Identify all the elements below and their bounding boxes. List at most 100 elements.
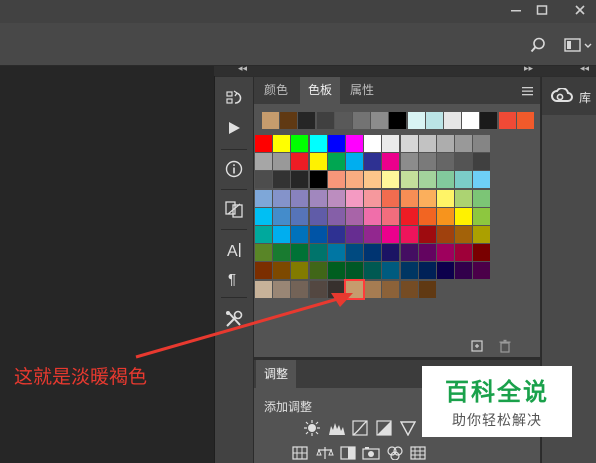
- tab-properties[interactable]: 属性: [342, 77, 382, 104]
- maximize-button[interactable]: [530, 0, 554, 20]
- swatch-cell[interactable]: [437, 171, 454, 189]
- brightness-contrast-icon[interactable]: [304, 420, 320, 439]
- swatch-cell[interactable]: [327, 207, 345, 225]
- swatch-cell[interactable]: [327, 135, 345, 152]
- swatch-cell[interactable]: [418, 153, 436, 171]
- curves-icon[interactable]: [352, 420, 368, 439]
- swatch-cell[interactable]: [291, 207, 309, 225]
- swatch-cell[interactable]: [273, 207, 291, 225]
- swatch-cell[interactable]: [273, 171, 291, 189]
- recent-swatch[interactable]: [389, 112, 407, 129]
- recent-swatch[interactable]: [280, 112, 298, 129]
- swatch-cell[interactable]: [382, 226, 400, 243]
- swatch-cell[interactable]: [309, 189, 327, 207]
- swatch-cell[interactable]: [273, 280, 291, 298]
- swatch-cell[interactable]: [255, 280, 272, 298]
- swatch-cell[interactable]: [455, 244, 473, 262]
- swatch-cell[interactable]: [400, 244, 418, 262]
- swatch-cell[interactable]: [273, 226, 291, 243]
- color-balance-icon[interactable]: [316, 446, 334, 463]
- swatch-cell[interactable]: [400, 153, 418, 171]
- swatch-cell[interactable]: [418, 244, 436, 262]
- swatch-cell[interactable]: [382, 207, 400, 225]
- swatch-cell[interactable]: [255, 226, 272, 243]
- swatch-cell[interactable]: [309, 171, 327, 189]
- recent-swatch[interactable]: [353, 112, 370, 129]
- swatch-cell[interactable]: [273, 262, 291, 280]
- swatch-cell[interactable]: [273, 244, 291, 262]
- swatch-cell[interactable]: [291, 262, 309, 280]
- swatch-cell[interactable]: [473, 207, 491, 225]
- swatch-cell[interactable]: [382, 244, 400, 262]
- swatch-cell[interactable]: [364, 280, 382, 298]
- recent-swatch[interactable]: [480, 112, 498, 129]
- swatch-cell[interactable]: [437, 189, 454, 207]
- swatch-cell[interactable]: [327, 153, 345, 171]
- swatch-cell[interactable]: [255, 153, 272, 171]
- swatch-cell[interactable]: [418, 262, 436, 280]
- close-button[interactable]: [568, 0, 592, 20]
- document-canvas[interactable]: [0, 66, 215, 463]
- swatch-cell[interactable]: [346, 207, 363, 225]
- swatch-cell[interactable]: [473, 226, 491, 243]
- swatch-cell[interactable]: [473, 135, 491, 152]
- swatch-cell[interactable]: [291, 189, 309, 207]
- swatch-cell[interactable]: [382, 153, 400, 171]
- swatch-cell[interactable]: [455, 262, 473, 280]
- swatch-cell[interactable]: [273, 153, 291, 171]
- swatch-cell[interactable]: [364, 207, 382, 225]
- swatch-cell[interactable]: [291, 244, 309, 262]
- swatch-cell[interactable]: [309, 244, 327, 262]
- swatch-cell[interactable]: [455, 207, 473, 225]
- swatch-cell[interactable]: [346, 189, 363, 207]
- swatch-cell[interactable]: [346, 171, 363, 189]
- black-white-icon[interactable]: [340, 446, 356, 463]
- swatch-cell[interactable]: [400, 207, 418, 225]
- swatch-cell[interactable]: [455, 171, 473, 189]
- swatch-cell[interactable]: [473, 244, 491, 262]
- swatch-cell[interactable]: [255, 207, 272, 225]
- recent-swatch[interactable]: [425, 112, 443, 129]
- swatch-cell[interactable]: [364, 171, 382, 189]
- swatch-cell[interactable]: [309, 262, 327, 280]
- swatch-cell[interactable]: [364, 189, 382, 207]
- swatch-cell[interactable]: [382, 262, 400, 280]
- swatch-cell[interactable]: [309, 153, 327, 171]
- tab-color[interactable]: 颜色: [256, 77, 296, 104]
- delete-swatch-button[interactable]: [498, 339, 512, 356]
- recent-swatch[interactable]: [298, 112, 316, 129]
- channel-mixer-icon[interactable]: [386, 446, 404, 463]
- tab-swatches[interactable]: 色板: [300, 77, 340, 104]
- swatch-cell[interactable]: [418, 226, 436, 243]
- swatch-cell[interactable]: [309, 226, 327, 243]
- play-actions-icon[interactable]: [215, 113, 253, 143]
- swatch-cell[interactable]: [400, 135, 418, 152]
- swatch-cell[interactable]: [418, 189, 436, 207]
- swatch-cell[interactable]: [255, 189, 272, 207]
- swatch-cell[interactable]: [473, 171, 491, 189]
- paragraph-icon[interactable]: ¶: [215, 263, 253, 293]
- swatch-cell[interactable]: [400, 171, 418, 189]
- swatch-cell[interactable]: [309, 135, 327, 152]
- swatch-cell[interactable]: [291, 280, 309, 298]
- workspace-switcher[interactable]: [564, 37, 592, 56]
- recent-swatch[interactable]: [262, 112, 279, 129]
- recent-swatch[interactable]: [407, 112, 425, 129]
- swatch-cell[interactable]: [346, 244, 363, 262]
- swatch-cell[interactable]: [346, 135, 363, 152]
- swatch-cell[interactable]: [327, 189, 345, 207]
- swatch-cell[interactable]: [255, 171, 272, 189]
- swatch-cell[interactable]: [327, 226, 345, 243]
- swatch-cell[interactable]: [437, 135, 454, 152]
- swatch-cell[interactable]: [455, 189, 473, 207]
- hue-saturation-icon[interactable]: [292, 446, 308, 463]
- swatch-cell[interactable]: [418, 207, 436, 225]
- collapse-library-icon[interactable]: ◂◂: [580, 64, 589, 74]
- collapse-right-icon[interactable]: ▸▸: [524, 64, 533, 74]
- tab-adjustments[interactable]: 调整: [256, 360, 296, 388]
- swatch-cell[interactable]: [309, 280, 327, 298]
- swatch-cell[interactable]: [364, 262, 382, 280]
- swatch-cell[interactable]: [382, 135, 400, 152]
- recent-swatch[interactable]: [316, 112, 334, 129]
- swatch-cell[interactable]: [327, 244, 345, 262]
